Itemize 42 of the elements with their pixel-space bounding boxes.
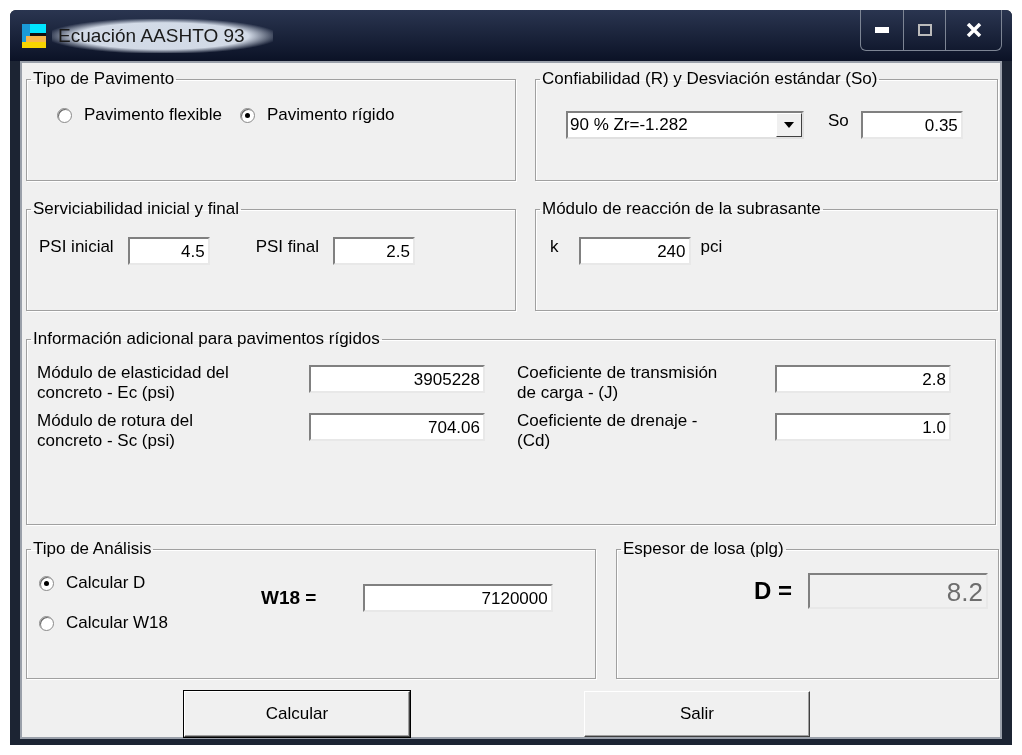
group-title: Tipo de Pavimento xyxy=(32,69,176,89)
group-title: Serviciabilidad inicial y final xyxy=(32,199,240,219)
dialog-button[interactable]: Salir xyxy=(584,691,810,737)
radio-label[interactable]: Pavimento flexible xyxy=(84,105,222,125)
field-label: Coeficiente de transmisión de carga - (J) xyxy=(517,363,719,403)
close-icon xyxy=(965,23,982,37)
input-field[interactable]: 240 xyxy=(578,237,691,265)
group-title: Confiabilidad (R) y Desviación estándar (So) xyxy=(541,69,879,89)
field-label: PSI final xyxy=(255,237,319,257)
window-title: Ecuación AASHTO 93 xyxy=(52,18,273,53)
result-field[interactable]: 8.2 xyxy=(808,573,988,609)
group-title: Módulo de reacción de la subrasante xyxy=(541,199,822,219)
input-field[interactable]: 1.0 xyxy=(775,413,951,441)
input-field[interactable]: 704.06 xyxy=(309,413,485,441)
app-icon xyxy=(22,23,46,48)
radio-label[interactable]: Pavimento rígido xyxy=(266,105,395,125)
group-title: Espesor de losa (plg) xyxy=(622,539,785,559)
input-field[interactable]: 2.8 xyxy=(775,365,951,393)
input-field[interactable]: 2.5 xyxy=(332,237,415,265)
field-label: So xyxy=(828,111,849,131)
field-label: Módulo de rotura del concreto - Sc (psi) xyxy=(37,411,194,451)
field-label: W18 = xyxy=(261,587,318,609)
field-label: Módulo de elasticidad del concreto - Ec (psi) xyxy=(37,363,230,403)
field-label: PSI inicial xyxy=(39,237,114,257)
radio-button[interactable] xyxy=(239,107,255,123)
group-title: Información adicional para pavimentos rígidos xyxy=(32,329,381,349)
minimize-icon xyxy=(875,27,889,33)
reliability-dropdown[interactable]: 90 % Zr=-1.282 xyxy=(566,111,804,139)
input-field[interactable]: 3905228 xyxy=(309,365,485,393)
field-label: k xyxy=(550,237,559,257)
input-field[interactable]: 4.5 xyxy=(127,237,210,265)
group-title: Tipo de Análisis xyxy=(32,539,153,559)
maximize-icon xyxy=(917,24,932,36)
unit-label: pci xyxy=(700,237,723,257)
field-label: Coeficiente de drenaje - (Cd) xyxy=(517,411,699,451)
input-field[interactable]: 7120000 xyxy=(362,584,553,612)
radio-label[interactable]: Calcular W18 xyxy=(66,613,169,633)
radio-button[interactable] xyxy=(39,615,54,631)
dialog-button[interactable]: Calcular xyxy=(184,691,410,737)
input-field[interactable]: 0.35 xyxy=(860,111,963,139)
radio-label[interactable]: Calcular D xyxy=(66,573,146,593)
result-label: D = xyxy=(754,577,792,605)
